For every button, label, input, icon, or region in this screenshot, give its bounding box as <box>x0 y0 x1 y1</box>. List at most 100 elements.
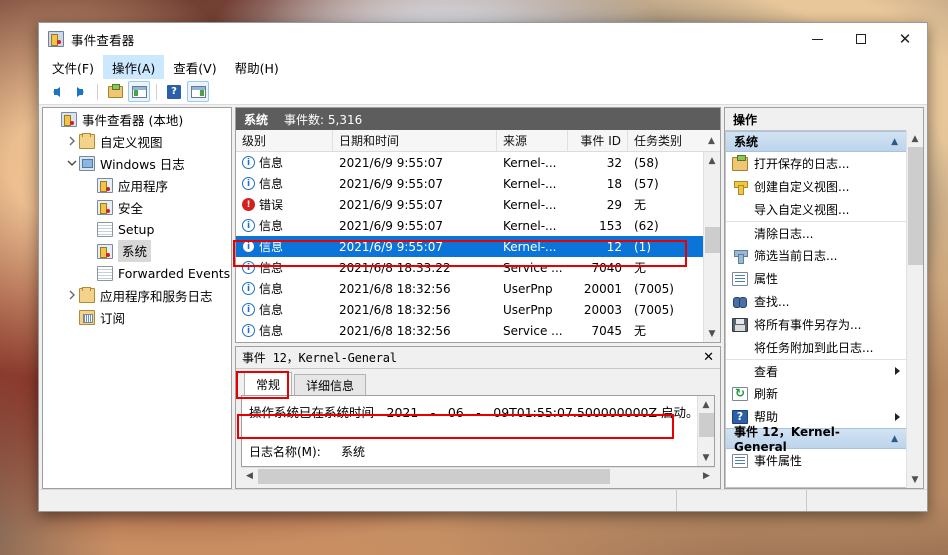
actions-scroll-thumb[interactable] <box>907 147 923 265</box>
show-action-pane-button[interactable] <box>187 81 209 102</box>
chevron-right-icon[interactable] <box>65 290 79 300</box>
action-item[interactable]: 查看 <box>726 359 906 382</box>
menu-view[interactable]: 查看(V) <box>164 55 225 79</box>
table-row[interactable]: i 信息 2021/6/9 9:55:07 Kernel-... 18 (57) <box>236 173 703 194</box>
column-header-level[interactable]: 级别 <box>236 130 333 151</box>
table-row[interactable]: i 信息 2021/6/8 18:33:22 Service ... 7040 无 <box>236 257 703 278</box>
properties-icon <box>732 271 748 286</box>
title-bar: 事件查看器 ✕ <box>39 23 927 55</box>
detail-close-icon[interactable]: ✕ <box>703 350 714 365</box>
cell-level-label: 信息 <box>259 177 284 191</box>
table-row[interactable]: ! 错误 2021/6/9 9:55:07 Kernel-... 29 无 <box>236 194 703 215</box>
actions-scroll-track[interactable] <box>907 147 924 471</box>
tab-general[interactable]: 常规 <box>244 372 293 395</box>
folder-icon <box>79 286 95 303</box>
maximize-button[interactable] <box>839 23 883 55</box>
hscroll-thumb[interactable] <box>258 468 610 484</box>
action-item-label: 将任务附加到此日志... <box>754 341 874 355</box>
actions-group-header[interactable]: 事件 12，Kernel-General ▲ <box>726 425 906 454</box>
tree-item-6[interactable]: 系统 <box>43 240 231 262</box>
detail-scroll-down-button[interactable]: ▼ <box>698 449 715 466</box>
collapse-caret-icon[interactable]: ▲ <box>891 137 898 147</box>
action-item[interactable]: 打开保存的日志... <box>726 152 906 175</box>
minimize-button[interactable] <box>795 23 839 55</box>
tree-item-2[interactable]: Windows 日志 <box>43 152 231 174</box>
folder-icon <box>79 132 95 149</box>
chevron-down-icon[interactable] <box>65 159 79 167</box>
event-list-rows[interactable]: i 信息 2021/6/9 9:55:07 Kernel-... 32 (58) i 信息 20… <box>236 152 703 342</box>
column-header-task-category[interactable]: 任务类别 <box>628 130 703 151</box>
collapse-caret-icon[interactable]: ▲ <box>891 434 898 444</box>
table-row[interactable]: i 信息 2021/6/8 18:32:56 Service ... 7045 无 <box>236 320 703 341</box>
table-row[interactable]: i 信息 2021/6/9 9:55:07 Kernel-... 153 (62) <box>236 215 703 236</box>
hscroll-left-button[interactable]: ◀ <box>241 468 258 485</box>
open-folder-icon <box>107 83 123 98</box>
column-header-source[interactable]: 来源 <box>497 130 568 151</box>
action-item[interactable]: 导入自定义视图... <box>726 198 906 221</box>
table-row[interactable]: i 信息 2021/6/8 18:32:56 UserPnp 20003 (7005) <box>236 299 703 320</box>
action-item[interactable]: 查找... <box>726 290 906 313</box>
tab-details[interactable]: 详细信息 <box>294 374 367 395</box>
open-saved-log-button[interactable] <box>104 81 126 102</box>
detail-scroll-track[interactable] <box>698 413 715 449</box>
tree-item-3[interactable]: 应用程序 <box>43 174 231 196</box>
actions-group-header[interactable]: 系统 ▲ <box>726 131 906 152</box>
menu-action[interactable]: 操作(A) <box>102 55 165 79</box>
table-row[interactable]: i 信息 2021/6/9 9:55:07 Kernel-... 12 (1) <box>236 236 703 257</box>
cell-date-time: 2021/6/9 9:55:07 <box>339 176 443 191</box>
action-item[interactable]: 清除日志... <box>726 221 906 244</box>
close-button[interactable]: ✕ <box>883 23 927 55</box>
window-controls: ✕ <box>795 23 927 55</box>
cell-source: Service ... <box>503 323 563 338</box>
scroll-track[interactable] <box>704 169 721 325</box>
tree-item-4[interactable]: 安全 <box>43 196 231 218</box>
chevron-right-icon[interactable] <box>65 136 79 146</box>
help-button[interactable]: ? <box>163 81 185 102</box>
action-item[interactable]: 创建自定义视图... <box>726 175 906 198</box>
event-list-scrollbar[interactable]: ▲ ▼ <box>703 152 720 342</box>
action-item[interactable]: 筛选当前日志... <box>726 244 906 267</box>
console-tree-pane[interactable]: 事件查看器 (本地) 自定义视图 Windows 日志 应用程序 安全 Setup 系统 Fo… <box>42 107 232 489</box>
cell-level-label: 信息 <box>259 240 284 254</box>
icon-placeholder <box>732 364 748 378</box>
scroll-down-button[interactable]: ▼ <box>704 325 721 342</box>
cell-date-time: 2021/6/9 9:55:07 <box>339 155 443 170</box>
actions-scrollbar[interactable]: ▲ ▼ <box>906 130 923 488</box>
back-button[interactable] <box>45 81 67 102</box>
event-detail-hscrollbar[interactable]: ◀ ▶ <box>241 467 715 484</box>
action-item[interactable]: 属性 <box>726 267 906 290</box>
menu-file[interactable]: 文件(F) <box>43 55 103 79</box>
event-detail-vscrollbar[interactable]: ▲ ▼ <box>697 396 714 466</box>
actions-list[interactable]: 系统 ▲ 打开保存的日志... 创建自定义视图... 导入自定义视图... 清除日志...… <box>725 130 906 488</box>
scroll-up-button[interactable]: ▲ <box>704 152 721 169</box>
tree-item-7[interactable]: Forwarded Events <box>43 262 231 284</box>
action-item[interactable]: 将所有事件另存为... <box>726 313 906 336</box>
action-item[interactable]: 将任务附加到此日志... <box>726 336 906 359</box>
tree-item-8[interactable]: 应用程序和服务日志 <box>43 284 231 306</box>
tree-item-5[interactable]: Setup <box>43 218 231 240</box>
menu-help[interactable]: 帮助(H) <box>226 55 288 79</box>
tree-item-1[interactable]: 自定义视图 <box>43 130 231 152</box>
table-row[interactable]: i 信息 2021/6/8 18:32:56 UserPnp 20001 (7005) <box>236 278 703 299</box>
action-item[interactable]: 刷新 <box>726 382 906 405</box>
column-header-event-id[interactable]: 事件 ID <box>568 130 628 151</box>
forward-button[interactable] <box>69 81 91 102</box>
hscroll-track[interactable] <box>258 468 698 485</box>
hscroll-right-button[interactable]: ▶ <box>698 468 715 485</box>
actions-scroll-down-button[interactable]: ▼ <box>907 471 924 488</box>
table-row[interactable]: i 信息 2021/6/9 9:55:07 Kernel-... 32 (58) <box>236 152 703 173</box>
detail-scroll-up-button[interactable]: ▲ <box>698 396 715 413</box>
subscription-icon <box>79 309 95 325</box>
action-item-label: 将所有事件另存为... <box>754 318 862 332</box>
event-detail-pane: 事件 12，Kernel-General ✕ 常规 详细信息 操作系统已在系统时… <box>235 346 721 489</box>
tree-item-0[interactable]: 事件查看器 (本地) <box>43 108 231 130</box>
actions-scroll-up-button[interactable]: ▲ <box>907 130 924 147</box>
column-header-date-time[interactable]: 日期和时间 <box>333 130 497 151</box>
detail-scroll-thumb[interactable] <box>698 413 714 437</box>
show-tree-pane-button[interactable] <box>128 81 150 102</box>
event-detail-text-area[interactable]: 操作系统已在系统时间 2021 - 06 - 09T01:55:07.50000… <box>242 396 697 466</box>
tree-item-9[interactable]: 订阅 <box>43 306 231 328</box>
scroll-thumb[interactable] <box>704 227 720 253</box>
info-icon: i <box>242 219 255 232</box>
show-tree-pane-icon <box>131 85 147 98</box>
